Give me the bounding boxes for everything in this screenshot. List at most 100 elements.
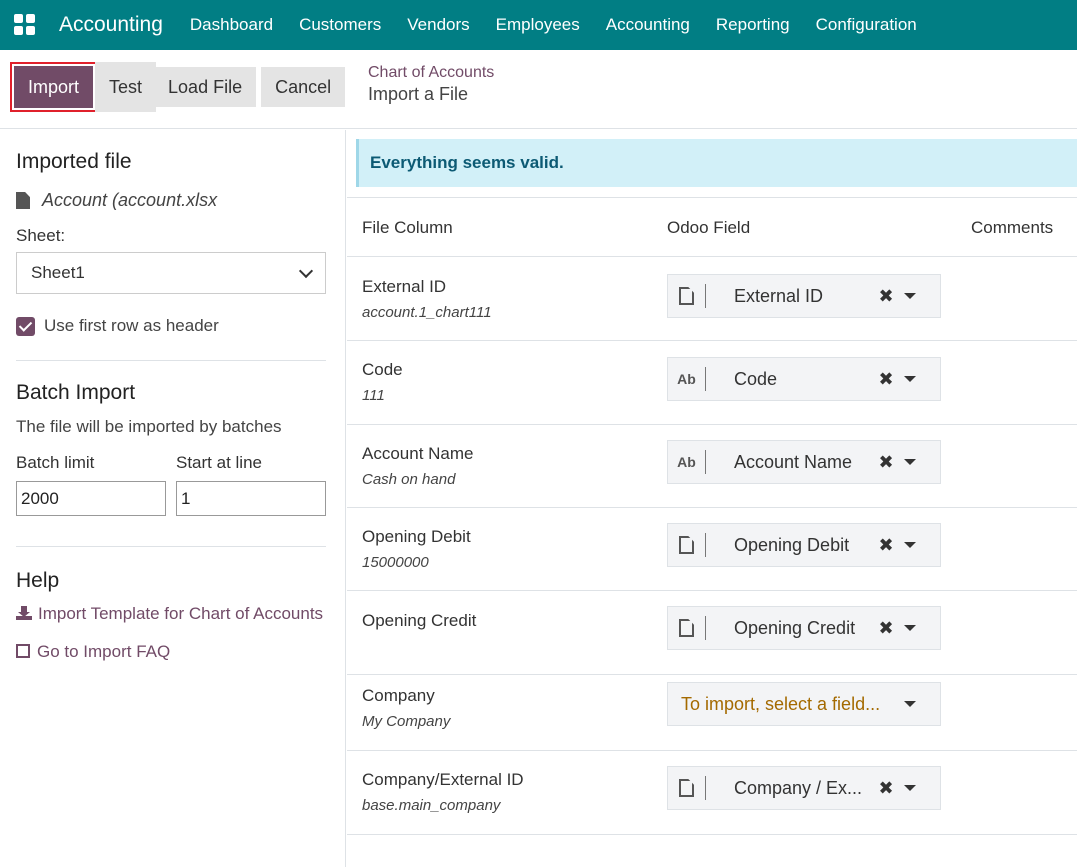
nav-employees[interactable]: Employees [483, 15, 593, 35]
caret-down-icon[interactable] [904, 542, 916, 548]
file-column-name: Code [362, 360, 403, 379]
chevron-down-icon [298, 263, 314, 278]
clear-field-icon[interactable]: ✖ [876, 286, 896, 307]
file-name-text: Account (account.xlsx [42, 190, 218, 210]
section-divider [16, 360, 326, 361]
load-file-button[interactable]: Load File [154, 67, 257, 107]
mapping-row: Company/External ID base.main_company Co… [347, 751, 1077, 835]
odoo-field-value: Opening Credit [734, 617, 856, 638]
imported-file-name: Account (account.xlsx [16, 190, 325, 211]
clear-field-icon[interactable]: ✖ [876, 369, 896, 390]
odoo-field-select[interactable]: To import, select a field... [667, 682, 941, 726]
batch-import-heading: Batch Import [16, 381, 136, 404]
mapping-row: Account Name Cash on hand Ab Account Nam… [347, 425, 1077, 508]
odoo-field-select[interactable]: Company / Ex... ✖ [667, 766, 941, 810]
caret-down-icon[interactable] [904, 293, 916, 299]
nav-accounting[interactable]: Accounting [593, 15, 703, 35]
import-faq-link-text: Go to Import FAQ [37, 642, 171, 661]
file-column-name: Company [362, 686, 435, 705]
mapping-row: Opening Debit 15000000 Opening Debit ✖ [347, 508, 1077, 591]
import-mapping-panel: Everything seems valid. File Column Odoo… [347, 130, 1077, 867]
section-divider [16, 546, 326, 547]
nav-reporting[interactable]: Reporting [703, 15, 803, 35]
page-title: Import a File [368, 84, 469, 104]
sheet-select[interactable]: Sheet1 [16, 252, 326, 294]
mapping-row: Company My Company To import, select a f… [347, 675, 1077, 751]
first-row-header-checkbox[interactable] [16, 316, 35, 336]
file-column-name: Opening Debit [362, 527, 471, 546]
clear-field-icon[interactable]: ✖ [876, 778, 896, 799]
breadcrumb: Chart of Accounts Import a File [368, 64, 494, 105]
batch-limit-input[interactable]: 2000 [16, 481, 166, 516]
sheet-label: Sheet: [16, 226, 66, 245]
odoo-field-select[interactable]: Ab Code ✖ [667, 357, 941, 401]
file-column-sample: base.main_company [362, 797, 501, 814]
external-link-icon [16, 644, 30, 658]
mapping-row: External ID account.1_chart111 External … [347, 258, 1077, 341]
document-icon [679, 619, 694, 637]
document-icon [679, 287, 694, 305]
imported-file-heading: Imported file [16, 150, 132, 173]
clear-field-icon[interactable]: ✖ [876, 452, 896, 473]
action-buttons: Import Test Load File Cancel [10, 62, 346, 112]
import-template-link-text: Import Template for Chart of Accounts [38, 604, 324, 623]
file-column-sample: My Company [362, 713, 451, 730]
nav-configuration[interactable]: Configuration [803, 15, 930, 35]
breadcrumb-chart-of-accounts[interactable]: Chart of Accounts [368, 64, 494, 82]
import-highlight: Import [10, 62, 98, 112]
file-column-sample: Cash on hand [362, 471, 456, 488]
import-faq-link[interactable]: Go to Import FAQ [16, 638, 325, 666]
caret-down-icon[interactable] [904, 376, 916, 382]
odoo-field-value: Account Name [734, 451, 853, 472]
start-line-label: Start at line [176, 453, 262, 472]
text-field-icon: Ab [668, 450, 706, 474]
odoo-field-value: Code [734, 368, 778, 389]
top-navbar: Accounting Dashboard Customers Vendors E… [0, 0, 1077, 50]
file-column-name: Opening Credit [362, 611, 477, 630]
batch-limit-label: Batch limit [16, 453, 95, 472]
caret-down-icon[interactable] [904, 625, 916, 631]
test-button[interactable]: Test [95, 62, 157, 112]
caret-down-icon[interactable] [904, 701, 916, 707]
nav-customers[interactable]: Customers [286, 15, 394, 35]
odoo-field-value: External ID [734, 285, 824, 306]
odoo-field-select[interactable]: Ab Account Name ✖ [667, 440, 941, 484]
odoo-field-select[interactable]: Opening Debit ✖ [667, 523, 941, 567]
clear-field-icon[interactable]: ✖ [876, 535, 896, 556]
odoo-field-select[interactable]: Opening Credit ✖ [667, 606, 941, 650]
caret-down-icon[interactable] [904, 785, 916, 791]
odoo-field-select[interactable]: External ID ✖ [667, 274, 941, 318]
mapping-table-header: File Column Odoo Field Comments [347, 197, 1077, 257]
sheet-select-value: Sheet1 [31, 263, 85, 282]
file-column-sample: 111 [362, 387, 385, 404]
caret-down-icon[interactable] [904, 459, 916, 465]
import-button[interactable]: Import [14, 66, 94, 108]
control-panel: Import Test Load File Cancel Chart of Ac… [0, 50, 1077, 129]
batch-import-description: The file will be imported by batches [16, 417, 282, 436]
help-heading: Help [16, 569, 60, 592]
apps-menu-icon[interactable] [14, 14, 36, 36]
file-column-name: Account Name [362, 444, 474, 463]
cancel-button[interactable]: Cancel [261, 67, 346, 107]
odoo-field-value: Opening Debit [734, 534, 850, 555]
text-field-icon: Ab [668, 367, 706, 391]
clear-field-icon[interactable]: ✖ [876, 618, 896, 639]
odoo-field-value: Company / Ex... [734, 777, 863, 798]
nav-vendors[interactable]: Vendors [394, 15, 482, 35]
first-row-header-option[interactable]: Use first row as header [16, 316, 325, 336]
column-header-file-column: File Column [362, 218, 453, 237]
file-column-name: External ID [362, 277, 447, 296]
document-icon [679, 779, 694, 797]
validation-alert: Everything seems valid. [356, 139, 1077, 187]
file-column-sample: 15000000 [362, 554, 429, 571]
nav-dashboard[interactable]: Dashboard [177, 15, 286, 35]
mapping-row: Code 111 Ab Code ✖ [347, 341, 1077, 425]
mapping-row: Opening Credit Opening Credit ✖ [347, 591, 1077, 675]
import-template-link[interactable]: Import Template for Chart of Accounts [16, 600, 325, 628]
start-line-input[interactable]: 1 [176, 481, 326, 516]
first-row-header-label: Use first row as header [44, 316, 219, 335]
column-header-comments: Comments [971, 218, 1054, 237]
column-header-odoo-field: Odoo Field [667, 218, 751, 237]
document-icon [679, 536, 694, 554]
app-brand[interactable]: Accounting [59, 13, 163, 37]
